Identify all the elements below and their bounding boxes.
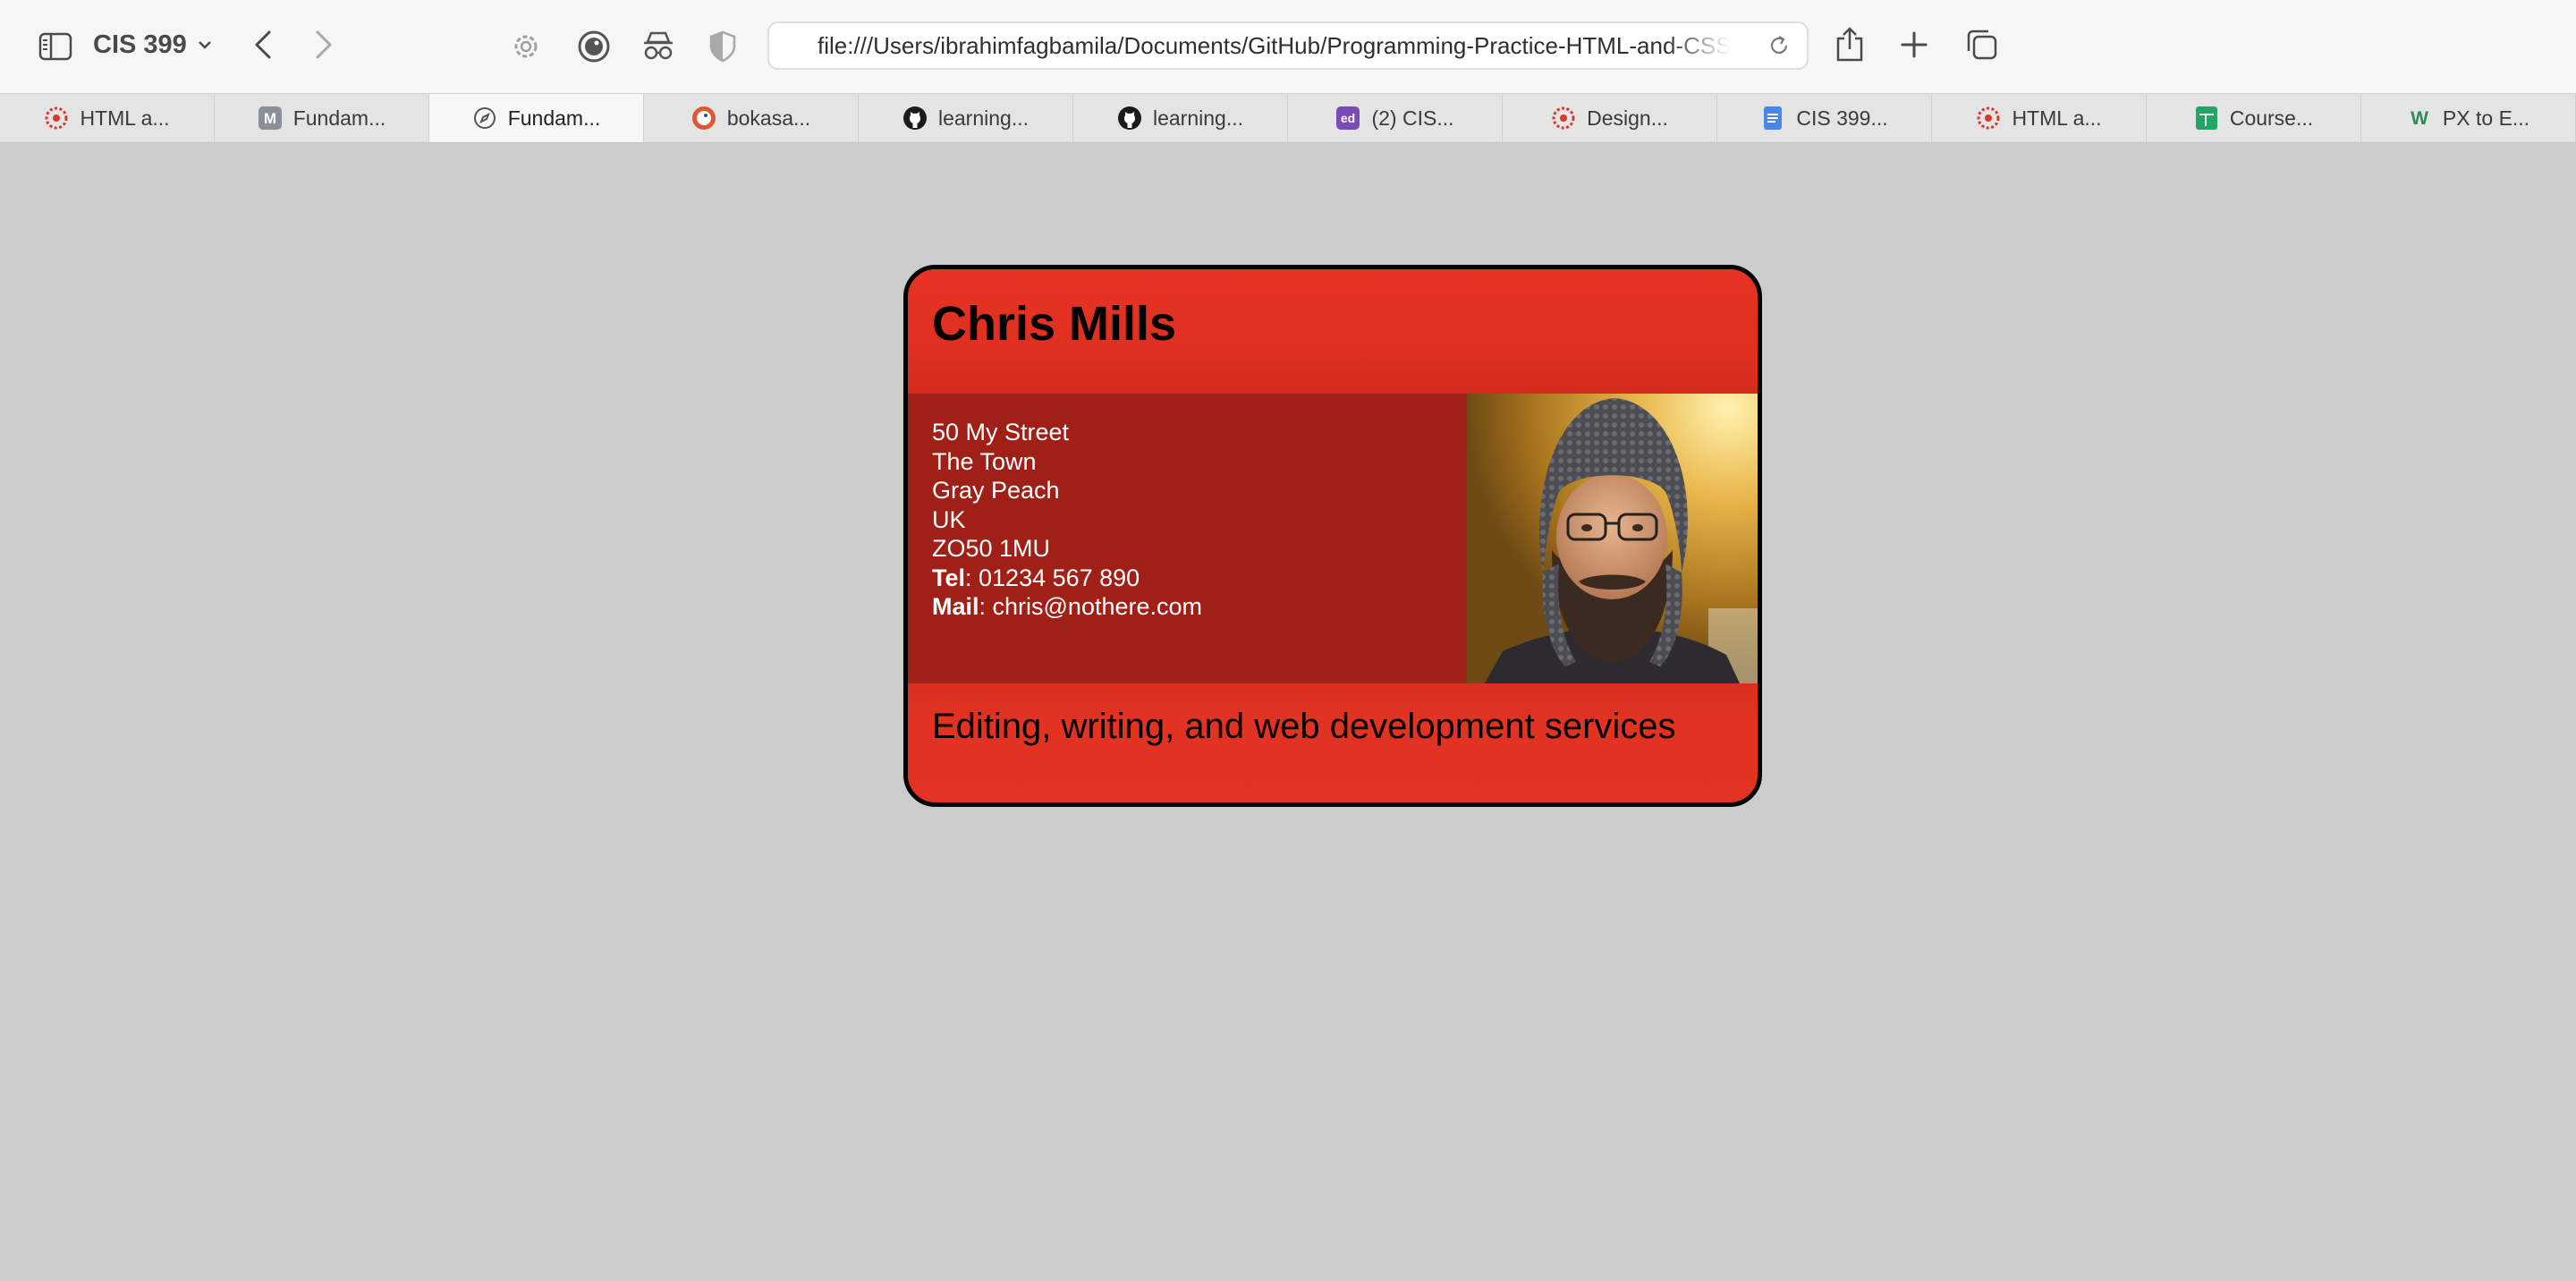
gear-icon[interactable] (506, 27, 546, 66)
address-line: 50 My Street (932, 419, 1070, 445)
canvas-icon (1551, 106, 1576, 131)
address-line: The Town (932, 447, 1037, 475)
google-sheets-icon (2194, 106, 2219, 131)
tab-label: HTML a... (80, 106, 170, 130)
github-icon (902, 106, 928, 131)
google-docs-icon (1760, 106, 1785, 131)
browser-tab[interactable]: learning... (1073, 94, 1288, 142)
tab-overview-icon[interactable] (1962, 25, 2002, 64)
duckduckgo-extension-icon[interactable] (574, 27, 614, 66)
browser-tab[interactable]: Design... (1503, 94, 1717, 142)
mail-value: : chris@nothere.com (979, 593, 1203, 620)
chevron-right-icon (316, 30, 332, 59)
chevron-left-icon (255, 30, 271, 59)
m-letter-icon: M (258, 106, 283, 131)
business-card: Chris Mills 50 My Street The Town Gray P… (903, 265, 1762, 807)
shield-icon[interactable] (703, 27, 742, 66)
canvas-icon (1976, 106, 2001, 131)
svg-text:M: M (264, 110, 276, 127)
tab-label: bokasa... (726, 106, 811, 130)
tab-label: Design... (1587, 106, 1668, 130)
tab-label: PX to E... (2442, 106, 2530, 130)
canvas-icon (44, 106, 69, 131)
github-icon (1117, 106, 1142, 131)
browser-tab[interactable]: W PX to E... (2361, 94, 2576, 142)
tab-label: learning... (937, 106, 1029, 130)
tab-group-selector[interactable]: CIS 399 (93, 25, 212, 64)
mail-line: Mail: chris@nothere.com (932, 592, 1202, 622)
tel-label: Tel (932, 564, 966, 591)
card-footer: Editing, writing, and web development se… (908, 683, 1758, 802)
back-button[interactable] (243, 25, 283, 64)
browser-tab[interactable]: bokasa... (644, 94, 859, 142)
contact-info: 50 My Street The Town Gray Peach UK ZO50… (932, 418, 1202, 622)
address-line: ZO50 1MU (932, 535, 1051, 562)
card-tagline: Editing, writing, and web development se… (932, 707, 1676, 746)
telephone-line: Tel: 01234 567 890 (932, 564, 1202, 593)
browser-tab[interactable]: HTML a... (0, 94, 215, 142)
browser-tab[interactable]: Course... (2147, 94, 2361, 142)
mail-label: Mail (932, 593, 979, 620)
browser-tab[interactable]: Fundam... (429, 94, 644, 142)
browser-tab[interactable]: learning... (859, 94, 1073, 142)
browser-toolbar: CIS 399 file:///Users/ibrahimfagbamila/D… (0, 0, 2576, 93)
card-body: 50 My Street The Town Gray Peach UK ZO50… (908, 394, 1758, 683)
tab-label: (2) CIS... (1371, 106, 1454, 130)
address-line: Gray Peach (932, 477, 1060, 504)
address-url[interactable]: file:///Users/ibrahimfagbamila/Documents… (818, 32, 1730, 60)
browser-tab[interactable]: M Fundam... (215, 94, 429, 142)
tab-label: learning... (1152, 106, 1243, 130)
tab-bar: HTML a... M Fundam... Fundam... bokasa... lea… (0, 93, 2576, 143)
tab-group-name: CIS 399 (93, 30, 187, 59)
tab-label: Course... (2229, 106, 2314, 130)
compass-icon (472, 106, 497, 131)
sidebar-toggle-icon[interactable] (36, 27, 75, 66)
tab-label: CIS 399... (1796, 106, 1888, 130)
address-line: UK (932, 505, 966, 533)
svg-text:ed: ed (1341, 111, 1355, 125)
browser-tab[interactable]: ed (2) CIS... (1288, 94, 1503, 142)
card-header: Chris Mills (908, 269, 1758, 394)
tab-label: Fundam... (507, 106, 601, 130)
profile-photo (1467, 394, 1758, 683)
reload-icon[interactable] (1764, 30, 1794, 61)
share-icon[interactable] (1830, 23, 1869, 66)
tel-value: : 01234 567 890 (965, 564, 1140, 591)
plus-icon[interactable] (1894, 25, 1934, 64)
chevron-down-icon (198, 41, 211, 49)
duckduckgo-icon (691, 106, 716, 131)
card-name: Chris Mills (932, 297, 1177, 351)
tab-label: HTML a... (2012, 106, 2102, 130)
address-bar[interactable]: file:///Users/ibrahimfagbamila/Documents… (767, 21, 1809, 70)
w-letter-icon: W (2407, 106, 2432, 131)
tab-label: Fundam... (292, 106, 386, 130)
incognito-extension-icon[interactable] (639, 27, 678, 66)
browser-tab[interactable]: CIS 399... (1717, 94, 1932, 142)
ed-icon: ed (1335, 106, 1360, 131)
browser-tab[interactable]: HTML a... (1932, 94, 2147, 142)
svg-text:W: W (2411, 108, 2428, 129)
forward-button[interactable] (304, 25, 343, 64)
